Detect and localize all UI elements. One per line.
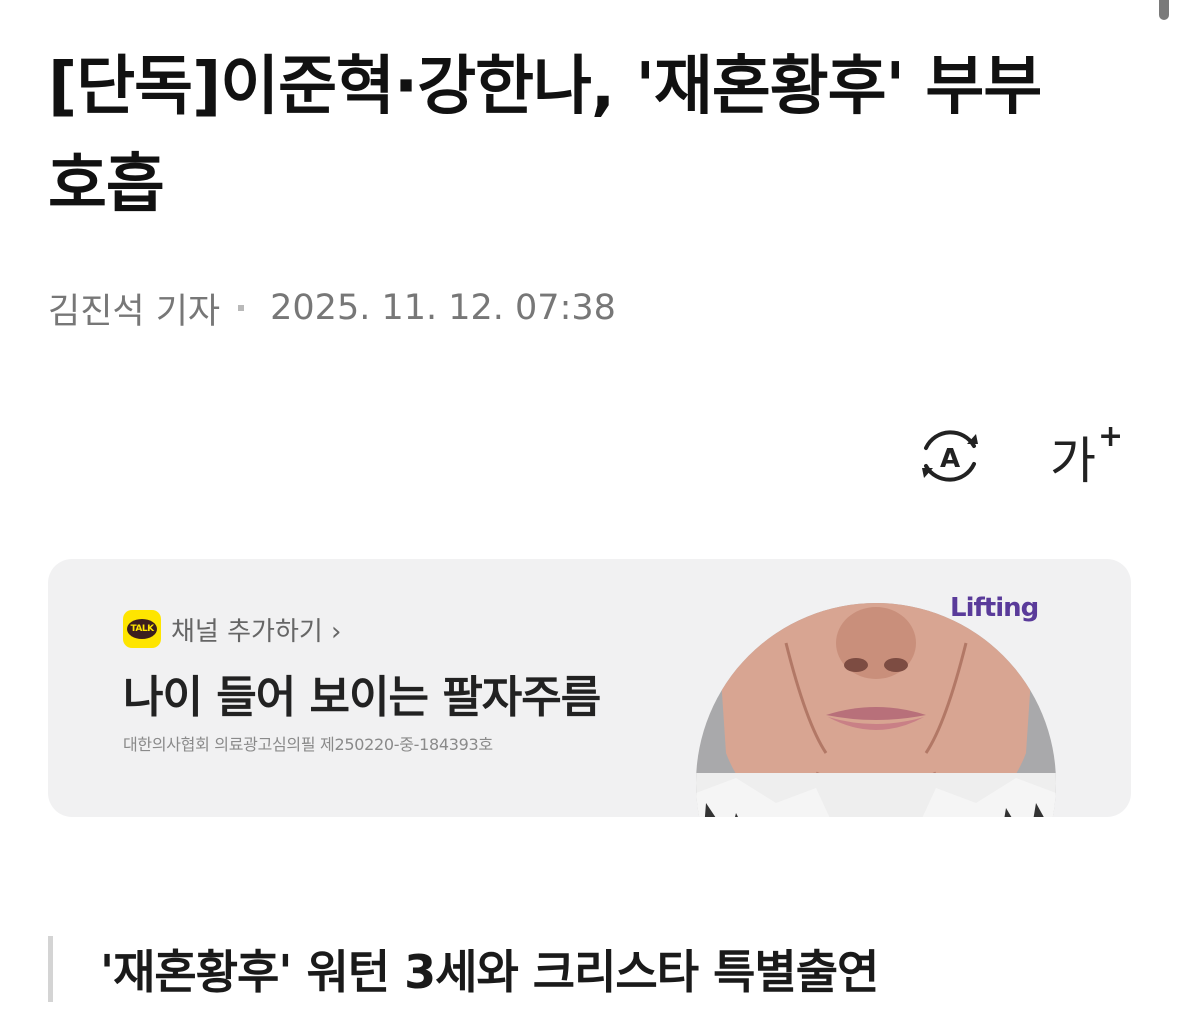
byline-separator [238,305,245,311]
lifting-logo: Lifting [950,593,1039,623]
font-size-icon: 가 + [1050,419,1123,490]
scrollbar-thumb[interactable] [1159,0,1169,20]
publish-date: 2025. 11. 12. 07:38 [270,288,616,328]
article-subheading: '재혼황후' 워턴 3세와 크리스타 특별출연 [48,936,879,1003]
reporter-name: 김진석 기자 [48,291,221,332]
font-size-plus: + [1098,420,1122,454]
read-aloud-button[interactable]: A [916,424,984,490]
ad-approval-note: 대한의사협회 의료광고심의필 제250220-중-184393호 [123,735,493,754]
article-headline: [단독]이준혁·강한나, '재혼황후' 부부 호흡 [48,50,1042,222]
ad-face-image [696,603,1056,817]
kakaotalk-badge: TALK [127,619,157,639]
kakao-channel-link[interactable]: TALK 채널 추가하기 › [123,610,341,648]
font-size-glyph: 가 [1050,432,1096,490]
article-byline: 김진석 기자 2025. 11. 12. 07:38 [48,286,616,332]
ad-title: 나이 들어 보이는 팔자주름 [123,672,601,723]
channel-add-label: 채널 추가하기 › [171,616,342,647]
kakaotalk-icon: TALK [123,610,161,648]
ad-banner[interactable]: TALK 채널 추가하기 › 나이 들어 보이는 팔자주름 대한의사협회 의료광… [48,559,1131,817]
read-aloud-glyph: A [940,444,960,474]
font-size-button[interactable]: 가 + [1046,419,1123,490]
read-aloud-icon: A [922,430,978,482]
